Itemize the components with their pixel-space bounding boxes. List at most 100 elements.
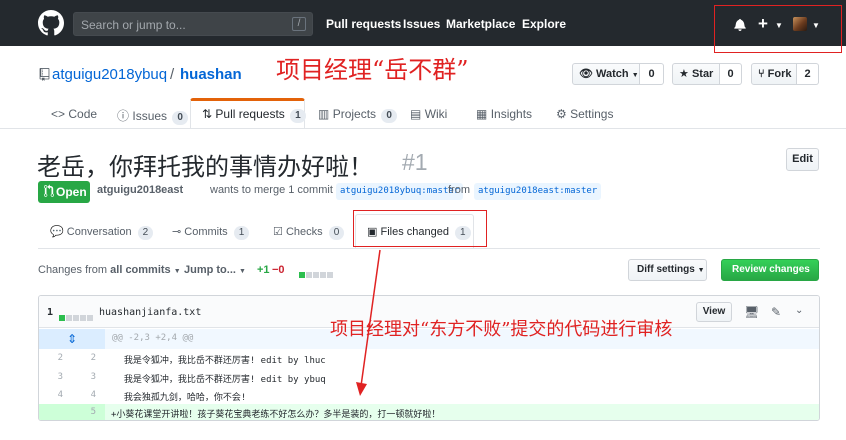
base-branch[interactable]: atguigu2018ybuq:master <box>336 183 464 200</box>
watch-button[interactable]: 👁 Watch ▼ <box>572 63 640 85</box>
code-text: 我会独孤九剑，哈哈，你不会! <box>113 393 247 403</box>
tab-count: 0 <box>328 226 345 240</box>
diff-settings-button[interactable]: Diff settings ▼ <box>628 259 707 281</box>
commit-icon: ⊸ <box>172 226 182 238</box>
repo-owner-link[interactable]: atguigu2018ybuq <box>52 66 167 83</box>
tab-insights[interactable]: ▦ Insights <box>476 107 532 121</box>
pr-action-text: wants to merge 1 commit into <box>210 184 354 196</box>
tab-conversation[interactable]: 💬 Conversation 2 <box>50 225 154 240</box>
new-line-number[interactable]: 2 <box>76 353 96 363</box>
tab-code[interactable]: <> Code <box>51 107 97 121</box>
tab-count: 0 <box>172 111 188 125</box>
diffstat-bar <box>299 267 334 281</box>
tab-files-changed[interactable]: ▣ Files changed 1 <box>367 225 471 240</box>
nav-marketplace[interactable]: Marketplace <box>446 17 515 31</box>
diff-line: 4 4 我会独孤九剑，哈哈，你不会! <box>39 387 819 405</box>
tab-label: Projects <box>332 107 377 121</box>
review-changes-label: Review changes <box>732 264 810 275</box>
tab-issues[interactable]: ⓘ Issues 0 <box>117 107 188 125</box>
diff-settings-label: Diff settings <box>637 264 695 275</box>
hunk-text: @@ -2,3 +2,4 @@ <box>112 333 194 343</box>
jump-to-dropdown[interactable]: Jump to... ▼ <box>184 264 246 276</box>
new-line-number[interactable]: 3 <box>76 372 96 382</box>
star-button[interactable]: ★ Star <box>672 63 720 85</box>
deletions-count: −0 <box>272 264 285 276</box>
chevron-down-icon[interactable]: ⌄ <box>795 305 803 316</box>
chevron-down-icon: ▼ <box>697 267 705 274</box>
project-icon: ▥ <box>318 107 330 121</box>
desktop-icon[interactable]: 🖥 <box>744 305 759 319</box>
code-text: +小葵花课堂开讲啦！孩子葵花宝典老练不好怎么办？多半是装的，打一顿就好啦！ <box>111 410 441 420</box>
new-line-number[interactable]: 5 <box>76 407 96 417</box>
star-count[interactable]: 0 <box>720 63 742 85</box>
pencil-icon[interactable]: ✎ <box>771 305 781 319</box>
nav-explore[interactable]: Explore <box>522 17 566 31</box>
tab-count: 1 <box>455 226 471 240</box>
edit-title-button[interactable]: Edit <box>786 148 819 171</box>
fork-count[interactable]: 2 <box>797 63 819 85</box>
repo-icon <box>39 68 50 81</box>
fork-button[interactable]: ⑂ Fork <box>751 63 797 85</box>
repo-path-separator: / <box>170 66 175 83</box>
from-word: from <box>448 184 470 196</box>
tab-checks[interactable]: ☑ Checks 0 <box>273 225 345 240</box>
tab-label: Pull requests <box>215 107 285 121</box>
tab-settings[interactable]: ⚙ Settings <box>556 107 613 121</box>
old-line-number[interactable]: 2 <box>43 353 63 363</box>
star-icon: ★ <box>679 68 689 80</box>
expand-icon[interactable]: ⇕ <box>39 329 105 349</box>
all-commits-dropdown[interactable]: all commits <box>110 264 171 276</box>
book-icon: ▤ <box>410 107 422 121</box>
chevron-down-icon: ▼ <box>173 268 181 275</box>
old-line-number[interactable]: 3 <box>43 372 63 382</box>
tab-label: Issues <box>132 109 168 123</box>
file-change-count: 1 <box>47 307 54 318</box>
repo-name-link[interactable]: huashan <box>180 66 242 83</box>
tab-label: Files changed <box>380 226 449 238</box>
fork-label: Fork <box>767 68 792 80</box>
watch-label: Watch <box>596 68 629 80</box>
tab-count: 2 <box>137 226 154 240</box>
code-text: 我是令狐冲，我比岳不群还厉害! edit by lhuc <box>113 356 326 366</box>
watch-count[interactable]: 0 <box>640 63 664 85</box>
new-line-number[interactable]: 4 <box>76 390 96 400</box>
tab-label: Insights <box>490 107 533 121</box>
file-diff: 1 huashanjianfa.txt View 🖥 ✎ ⌄ ⇕ @@ -2,3… <box>38 295 820 421</box>
tab-wiki[interactable]: ▤ Wiki <box>410 107 447 121</box>
diff-line: 3 3 我是令狐冲，我比岳不群还厉害! edit by ybuq <box>39 369 819 387</box>
search-placeholder: Search or jump to... <box>81 18 186 32</box>
checklist-icon: ☑ <box>273 226 283 238</box>
tab-projects[interactable]: ▥ Projects 0 <box>318 107 397 123</box>
chevron-down-icon: ▼ <box>631 72 639 79</box>
nav-pull-requests[interactable]: Pull requests <box>326 17 401 31</box>
annotation-highlight-box <box>714 5 842 53</box>
pr-author[interactable]: atguigu2018east <box>97 184 183 196</box>
tab-label: Checks <box>285 226 323 238</box>
pr-number: #1 <box>402 149 428 175</box>
annotation-manager: 项目经理“岳不群” <box>276 56 469 84</box>
annotation-arrow-icon <box>356 249 381 396</box>
tab-label: Settings <box>570 107 614 121</box>
file-name[interactable]: huashanjianfa.txt <box>99 307 201 318</box>
tab-pull-requests[interactable]: ⇅ Pull requests 1 <box>202 107 306 123</box>
eye-icon: 👁 <box>579 68 593 80</box>
gear-icon: ⚙ <box>556 107 567 121</box>
code-icon: <> <box>51 107 66 121</box>
tab-label: Wiki <box>424 107 448 121</box>
diff-line-added: 5 +小葵花课堂开讲啦！孩子葵花宝典老练不好怎么办？多半是装的，打一顿就好啦！ <box>39 404 819 420</box>
old-line-number[interactable]: 4 <box>43 390 63 400</box>
nav-issues[interactable]: Issues <box>403 17 440 31</box>
search-input[interactable]: Search or jump to... / <box>73 12 313 36</box>
review-changes-button[interactable]: Review changes ▼ <box>721 259 819 294</box>
github-logo-icon[interactable] <box>38 10 64 36</box>
tabs-divider <box>0 128 846 129</box>
chevron-down-icon: ▼ <box>732 287 739 294</box>
graph-icon: ▦ <box>476 107 488 121</box>
view-file-button[interactable]: View <box>696 302 732 322</box>
tab-commits[interactable]: ⊸ Commits 1 <box>172 225 250 240</box>
changes-from-label: Changes from all commits ▼ <box>38 264 181 276</box>
jump-to-label: Jump to... <box>184 264 236 276</box>
slash-key-hint: / <box>292 17 306 31</box>
changes-from-text: Changes from <box>38 264 108 276</box>
head-branch[interactable]: atguigu2018east:master <box>474 183 602 200</box>
